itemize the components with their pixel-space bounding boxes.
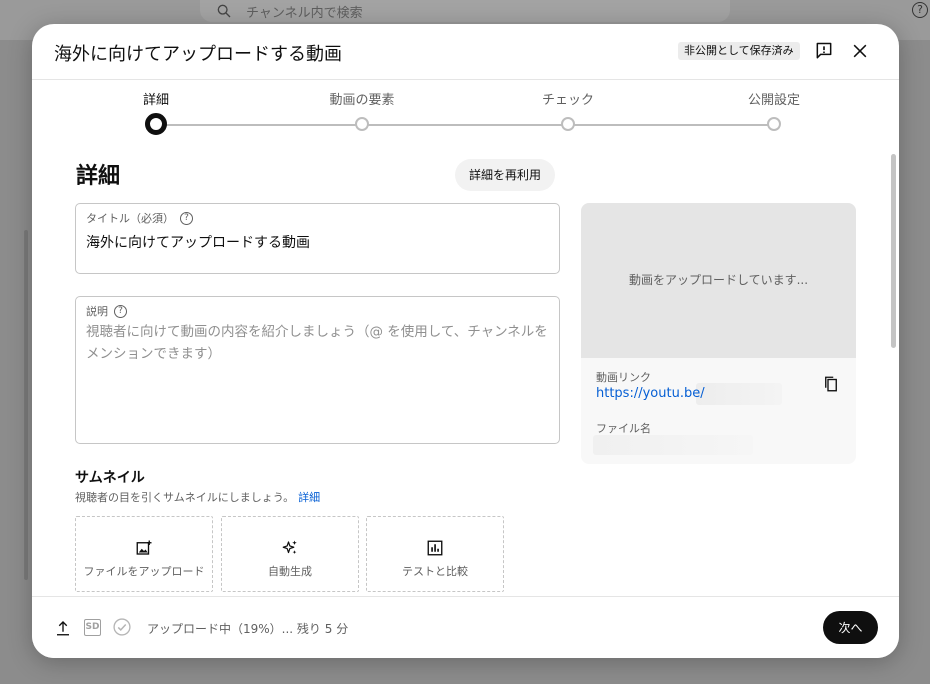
save-status-badge: 非公開として保存済み bbox=[678, 42, 800, 60]
bar-chart-icon bbox=[427, 540, 443, 556]
thumbnail-learn-more-link[interactable]: 詳細 bbox=[298, 491, 320, 504]
video-uploading-placeholder: 動画をアップロードしています... bbox=[581, 203, 856, 358]
upload-stepper: 詳細 動画の要素 チェック 公開設定 bbox=[32, 80, 899, 140]
dialog-title: 海外に向けてアップロードする動画 bbox=[54, 44, 342, 65]
step-visibility[interactable]: 公開設定 bbox=[714, 92, 834, 131]
auto-generate-label: 自動生成 bbox=[268, 565, 312, 578]
step-details[interactable]: 詳細 bbox=[96, 92, 216, 135]
backdrop-scrollbar bbox=[24, 230, 28, 580]
upload-dialog: 海外に向けてアップロードする動画 非公開として保存済み 詳細 動画の要素 チェッ… bbox=[32, 24, 899, 658]
thumbnail-title: サムネイル bbox=[75, 470, 145, 486]
title-input[interactable]: 海外に向けてアップロードする動画 bbox=[86, 232, 310, 252]
video-link-label: 動画リンク bbox=[596, 371, 651, 384]
copy-icon[interactable] bbox=[822, 374, 840, 394]
sd-quality-icon: SD bbox=[84, 619, 101, 636]
help-icon[interactable]: ? bbox=[180, 211, 193, 225]
backdrop-search-bar: チャンネル内で検索 bbox=[200, 0, 730, 22]
auto-generate-thumbnail-button[interactable]: 自動生成 bbox=[221, 516, 359, 592]
test-and-compare-button[interactable]: テストと比較 bbox=[366, 516, 504, 592]
step-dot bbox=[767, 117, 781, 131]
next-button[interactable]: 次へ bbox=[823, 611, 878, 644]
step-label: 動画の要素 bbox=[329, 93, 395, 108]
title-field[interactable]: タイトル（必須） ? 海外に向けてアップロードする動画 bbox=[75, 203, 560, 274]
step-dot-active bbox=[145, 113, 167, 135]
description-label-text: 説明 bbox=[86, 305, 108, 318]
description-field[interactable]: 説明 ? 視聴者に向けて動画の内容を紹介しましょう（@ を使用して、チャンネルを… bbox=[75, 296, 560, 444]
sparkle-icon bbox=[282, 540, 297, 554]
description-field-label: 説明 ? bbox=[86, 303, 127, 319]
feedback-icon[interactable] bbox=[814, 41, 834, 61]
add-photo-icon bbox=[136, 540, 152, 555]
video-link-redacted bbox=[696, 383, 782, 405]
help-icon[interactable]: ? bbox=[114, 304, 127, 318]
step-dot bbox=[355, 117, 369, 131]
test-and-compare-label: テストと比較 bbox=[402, 565, 468, 578]
step-checks[interactable]: チェック bbox=[508, 92, 628, 131]
dialog-footer: SD アップロード中（19%）... 残り 5 分 次へ bbox=[32, 596, 899, 658]
step-label: 公開設定 bbox=[747, 93, 800, 108]
step-dot bbox=[561, 117, 575, 131]
upload-thumbnail-button[interactable]: ファイルをアップロード bbox=[75, 516, 213, 592]
step-label: チェック bbox=[541, 93, 594, 108]
file-name-redacted bbox=[593, 435, 753, 455]
search-icon bbox=[217, 4, 231, 18]
file-name-label: ファイル名 bbox=[596, 422, 651, 435]
upload-status-text: アップロード中（19%）... 残り 5 分 bbox=[147, 622, 349, 636]
upload-icon bbox=[57, 621, 69, 636]
stepper-line bbox=[156, 124, 774, 126]
step-label: 詳細 bbox=[142, 93, 169, 108]
close-icon[interactable] bbox=[850, 41, 870, 61]
title-field-label: タイトル（必須） ? bbox=[86, 210, 193, 226]
step-video-elements[interactable]: 動画の要素 bbox=[302, 92, 422, 131]
video-link[interactable]: https://youtu.be/ bbox=[596, 386, 705, 401]
thumbnail-subtitle: 視聴者の目を引くサムネイルにしましょう。 詳細 bbox=[75, 489, 320, 505]
reuse-details-button[interactable]: 詳細を再利用 bbox=[455, 159, 556, 191]
thumbnail-subtitle-text: 視聴者の目を引くサムネイルにしましょう。 bbox=[75, 491, 295, 504]
backdrop-search-placeholder: チャンネル内で検索 bbox=[246, 5, 363, 21]
help-icon: ? bbox=[912, 2, 928, 18]
upload-thumbnail-label: ファイルをアップロード bbox=[83, 565, 205, 578]
section-title: 詳細 bbox=[76, 164, 121, 189]
title-label-text: タイトル（必須） bbox=[86, 212, 174, 225]
description-placeholder[interactable]: 視聴者に向けて動画の内容を紹介しましょう（@ を使用して、チャンネルをメンション… bbox=[86, 321, 551, 365]
dialog-header: 海外に向けてアップロードする動画 非公開として保存済み bbox=[32, 24, 899, 80]
check-circle-icon bbox=[113, 618, 131, 636]
video-preview-card: 動画をアップロードしています... 動画リンク https://youtu.be… bbox=[581, 203, 856, 464]
content-scrollbar[interactable] bbox=[891, 154, 896, 348]
